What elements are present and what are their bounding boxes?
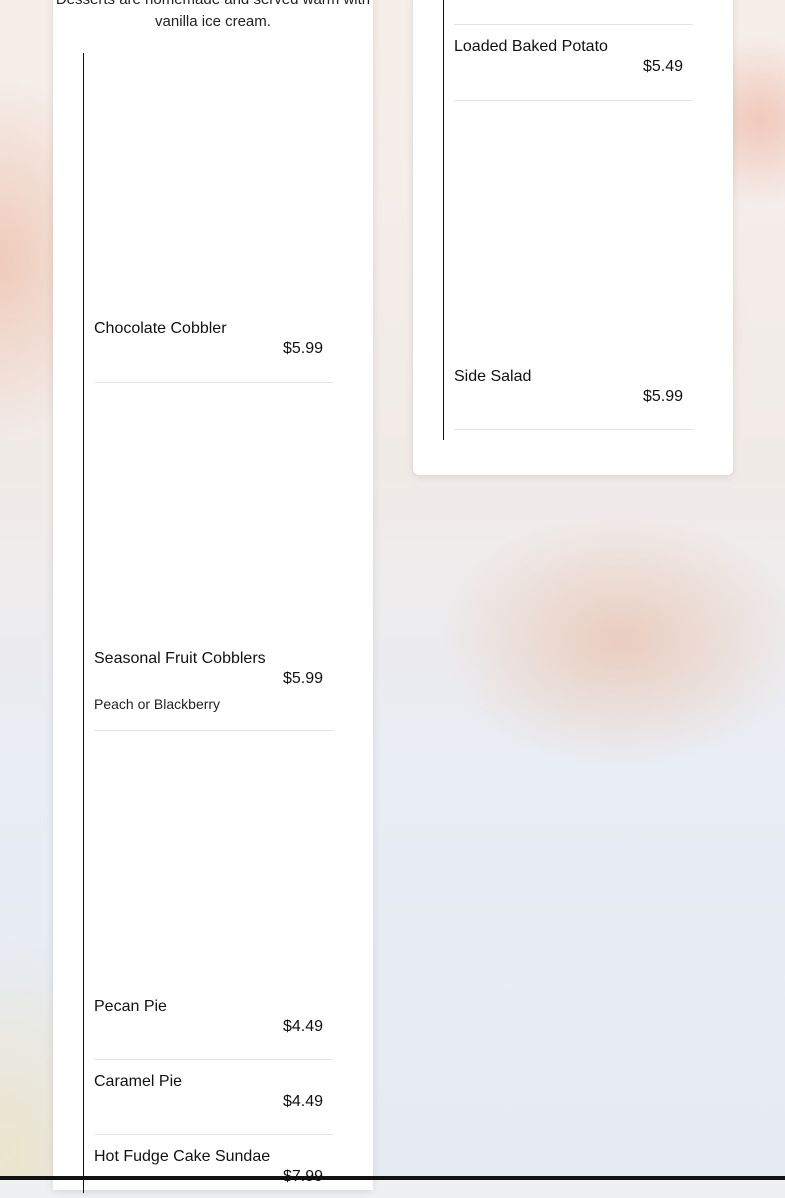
menu-item-name: Pecan Pie — [94, 998, 167, 1015]
menu-item-name: Seasonal Fruit Cobblers — [94, 650, 266, 667]
menu-item-name: Loaded Baked Potato — [454, 38, 608, 55]
menu-item-separator — [94, 730, 333, 731]
menu-item-separator — [94, 1059, 333, 1060]
menu-item[interactable]: Pecan Pie $4.49 — [94, 998, 334, 1058]
menu-item-separator — [94, 1134, 333, 1135]
menu-item-name: Side Salad — [454, 368, 532, 385]
menu-item-price: $5.49 — [643, 58, 684, 75]
menu-item[interactable]: Seasonal Fruit Cobblers $5.99 Peach or B… — [94, 650, 334, 720]
menu-item[interactable]: Loaded Baked Potato $5.49 — [454, 38, 694, 98]
menu-items-divider-line — [443, 0, 444, 440]
menu-item-price: $5.99 — [283, 340, 324, 357]
menu-item-separator — [454, 100, 693, 101]
desserts-menu-card: Desserts are homemade and served warm wi… — [53, 0, 373, 1193]
menu-item[interactable]: Hot Fudge Cake Sundae $7.99 — [94, 1148, 334, 1198]
bottom-edge-bar — [0, 1176, 785, 1180]
menu-item-separator — [94, 382, 333, 383]
menu-item-description: Peach or Blackberry — [94, 696, 221, 712]
menu-item-separator — [454, 24, 693, 25]
desserts-intro-text: Desserts are homemade and served warm wi… — [56, 0, 370, 30]
menu-item[interactable]: Chocolate Cobbler $5.99 — [94, 320, 334, 380]
menu-item-price: $5.99 — [283, 670, 324, 687]
menu-item-price: $4.49 — [283, 1093, 324, 1110]
menu-item-price: $4.49 — [283, 1018, 324, 1035]
menu-item-price: $5.99 — [643, 388, 684, 405]
menu-items-divider-line — [83, 53, 84, 1193]
menu-item-name: Hot Fudge Cake Sundae — [94, 1148, 271, 1165]
menu-item-separator — [454, 429, 693, 430]
menu-item[interactable]: Side Salad $5.99 — [454, 368, 694, 428]
sides-menu-card: Loaded Baked Potato $5.49 Side Salad $5.… — [413, 0, 733, 475]
menu-item-name: Caramel Pie — [94, 1073, 183, 1090]
menu-item[interactable]: Caramel Pie $4.49 — [94, 1073, 334, 1133]
menu-item-name: Chocolate Cobbler — [94, 320, 227, 337]
